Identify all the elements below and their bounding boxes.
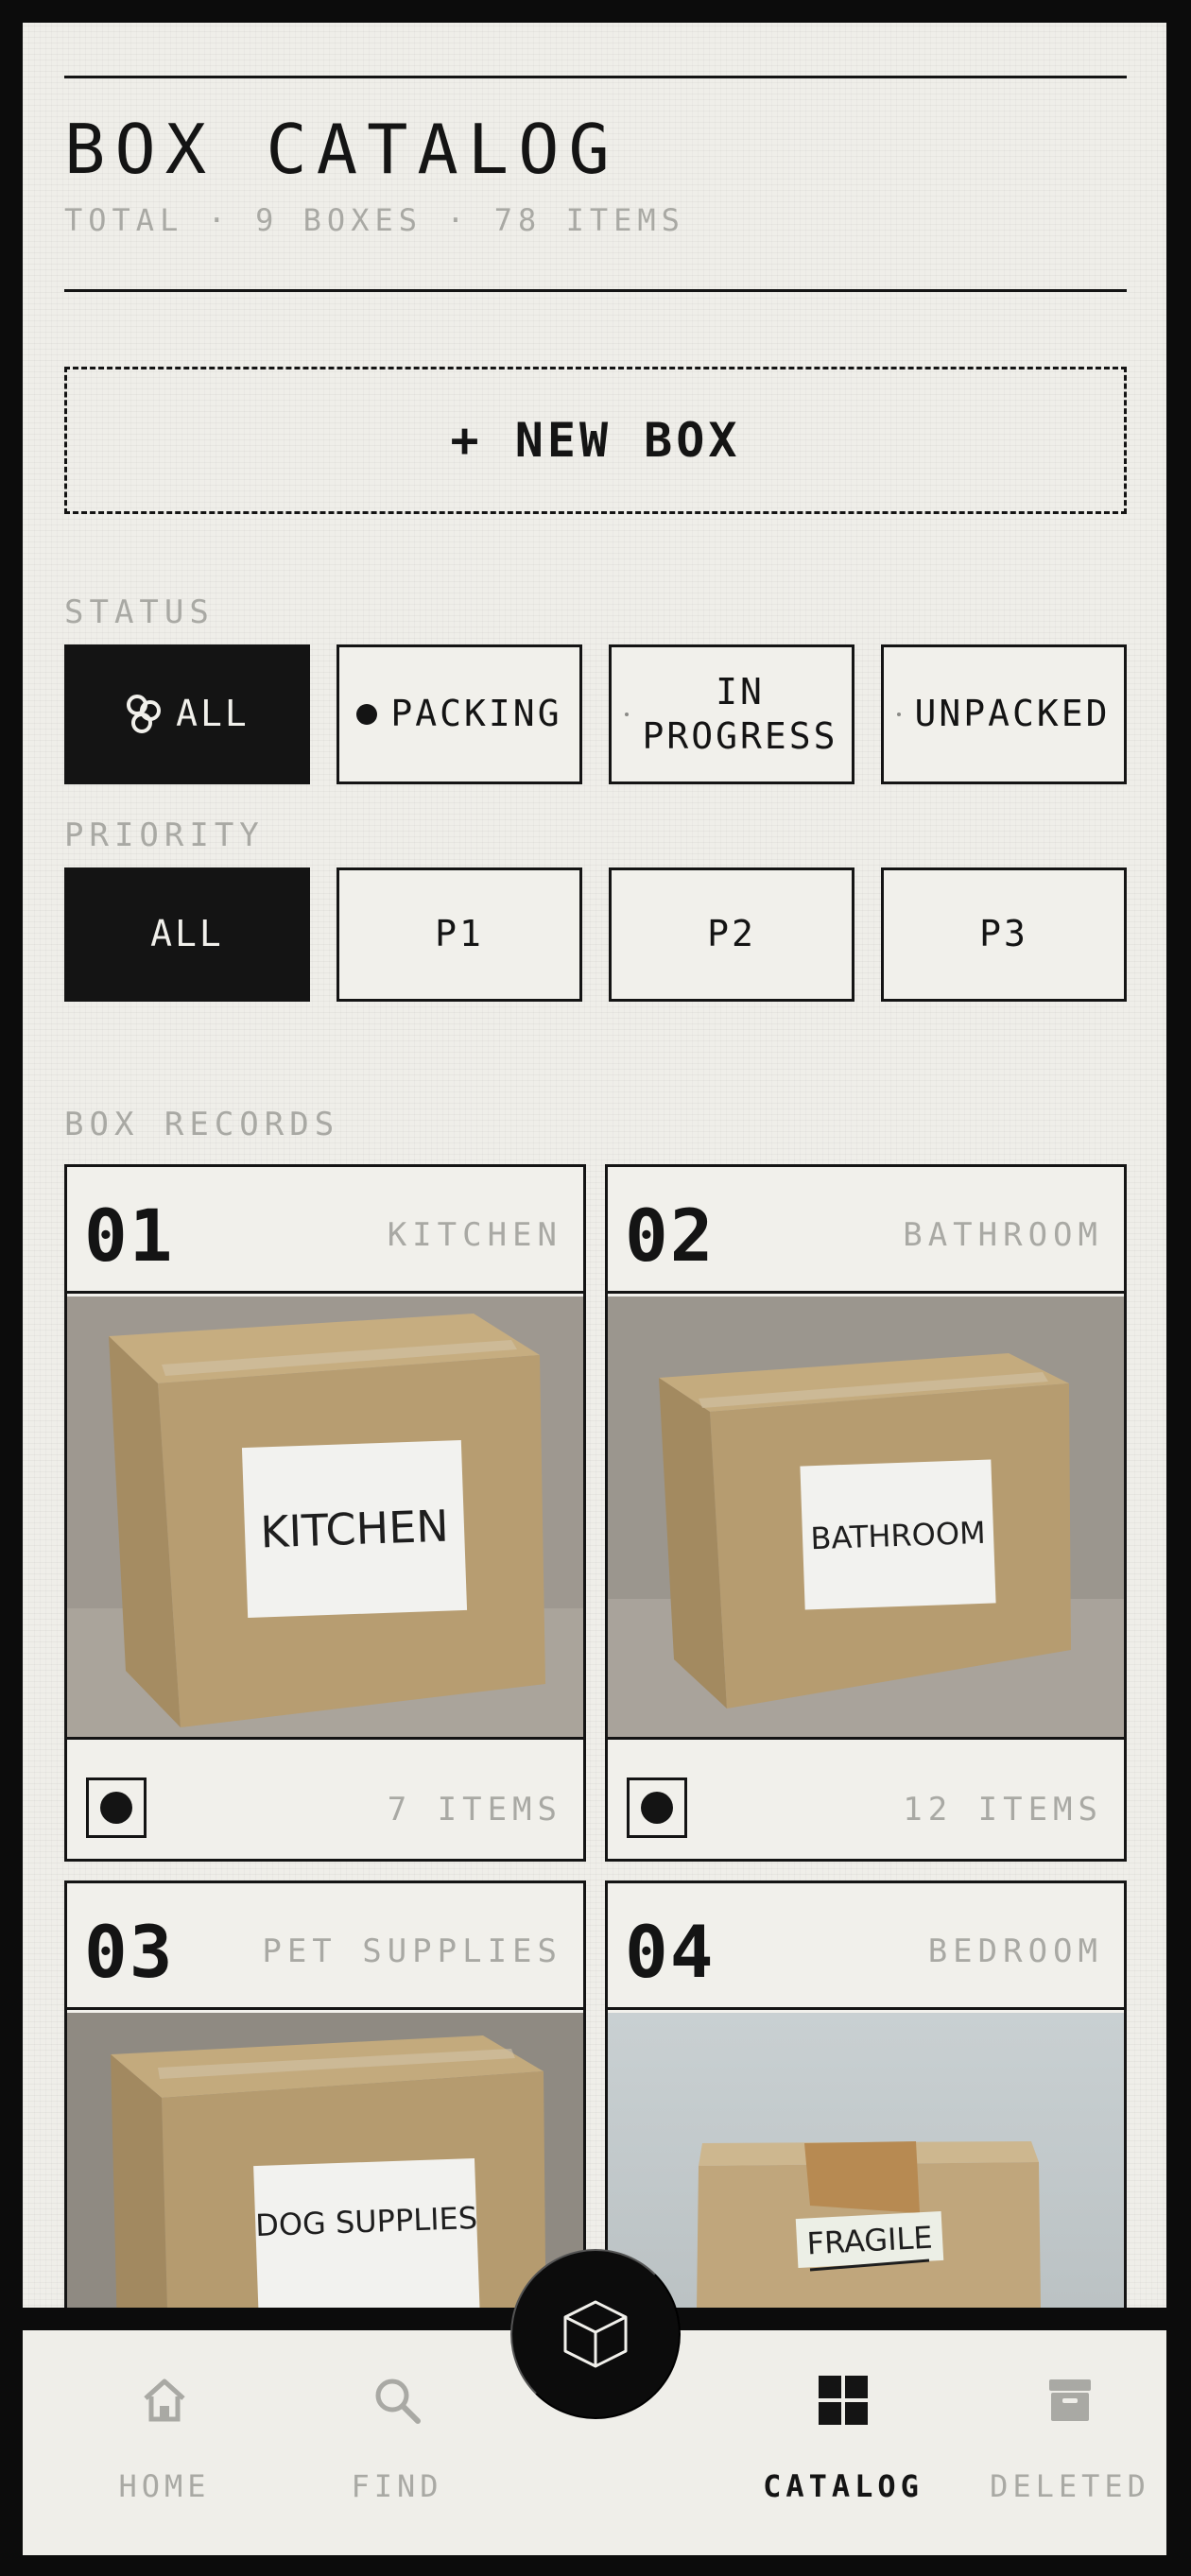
small-dot-icon <box>625 713 630 716</box>
checked-dot-icon <box>100 1792 132 1824</box>
item-count: 7 ITEMS <box>387 1791 562 1829</box>
card-header: 02 BATHROOM <box>608 1167 1124 1294</box>
priority-label: PRIORITY <box>64 816 265 854</box>
select-checkbox[interactable] <box>86 1777 147 1838</box>
priority-chip-p1-label: P1 <box>435 913 484 955</box>
box-room: KITCHEN <box>387 1216 562 1254</box>
item-count: 12 ITEMS <box>903 1791 1103 1829</box>
top-rule <box>64 76 1127 78</box>
priority-chip-p2[interactable]: P2 <box>609 867 854 1002</box>
box-label-text: KITCHEN <box>259 1501 449 1558</box>
checked-dot-icon <box>641 1792 673 1824</box>
status-chip-in-progress[interactable]: IN PROGRESS <box>609 644 854 784</box>
nav-item-deleted[interactable]: DELETED <box>975 2372 1165 2504</box>
box-number: 01 <box>84 1194 175 1278</box>
box-card[interactable]: 02 BATHROOM BATHROOM 12 ITEMS <box>605 1164 1127 1862</box>
status-chip-all[interactable]: ALL <box>64 644 310 784</box>
box-photo: BATHROOM <box>608 1297 1124 1737</box>
box-label-text: BATHROOM <box>810 1515 986 1556</box>
cluster-icon <box>127 695 162 733</box>
new-box-button[interactable]: + NEW BOX <box>64 367 1127 514</box>
box-room: PET SUPPLIES <box>262 1932 562 1970</box>
priority-chip-p3[interactable]: P3 <box>881 867 1127 1002</box>
records-label: BOX RECORDS <box>64 1106 340 1143</box>
nav-label-find: FIND <box>351 2468 443 2504</box>
select-checkbox[interactable] <box>627 1777 687 1838</box>
box-room: BATHROOM <box>903 1216 1103 1254</box>
nav-label-deleted: DELETED <box>990 2468 1150 2504</box>
box-number: 04 <box>625 1910 716 1994</box>
page-subtitle: TOTAL · 9 BOXES · 78 ITEMS <box>64 202 685 238</box>
nav-item-find[interactable]: FIND <box>302 2372 492 2504</box>
box-room: BEDROOM <box>927 1932 1103 1970</box>
header-rule <box>64 289 1127 292</box>
cube-icon <box>563 2300 628 2368</box>
box-label-text: FRAGILE <box>806 2220 934 2262</box>
status-chip-all-label: ALL <box>176 693 250 735</box>
status-chip-unpacked[interactable]: UNPACKED <box>881 644 1127 784</box>
page-title: BOX CATALOG <box>64 110 619 189</box>
nav-item-catalog[interactable]: CATALOG <box>749 2372 938 2504</box>
priority-chip-p1[interactable]: P1 <box>337 867 582 1002</box>
priority-chip-p3-label: P3 <box>979 913 1028 955</box>
app-screen: BOX CATALOG TOTAL · 9 BOXES · 78 ITEMS +… <box>23 23 1166 2555</box>
card-header: 01 KITCHEN <box>67 1167 583 1294</box>
nav-item-home[interactable]: HOME <box>70 2372 259 2504</box>
box-card[interactable]: 01 KITCHEN KITCHEN 7 ITEMS <box>64 1164 586 1862</box>
scan-box-fab[interactable] <box>510 2249 681 2419</box>
priority-chip-all-label: ALL <box>150 913 224 955</box>
card-footer: 7 ITEMS <box>67 1737 583 1859</box>
nav-label-home: HOME <box>118 2468 211 2504</box>
home-icon <box>136 2372 193 2429</box>
status-chip-in-progress-label: IN PROGRESS <box>642 670 838 758</box>
dot-icon <box>356 704 378 725</box>
search-icon <box>369 2372 425 2429</box>
nav-label-catalog: CATALOG <box>763 2468 923 2504</box>
status-chip-packing[interactable]: PACKING <box>337 644 582 784</box>
priority-chip-all[interactable]: ALL <box>64 867 310 1002</box>
priority-chip-p2-label: P2 <box>707 913 756 955</box>
card-header: 03 PET SUPPLIES <box>67 1883 583 2010</box>
status-chip-unpacked-label: UNPACKED <box>914 693 1111 735</box>
grid-icon <box>815 2372 872 2429</box>
small-dot-icon <box>897 713 902 716</box>
card-header: 04 BEDROOM <box>608 1883 1124 2010</box>
archive-icon <box>1042 2372 1098 2429</box>
card-footer: 12 ITEMS <box>608 1737 1124 1859</box>
status-label: STATUS <box>64 593 215 631</box>
status-chip-packing-label: PACKING <box>390 693 562 735</box>
box-photo: KITCHEN <box>67 1297 583 1737</box>
box-number: 03 <box>84 1910 175 1994</box>
box-number: 02 <box>625 1194 716 1278</box>
